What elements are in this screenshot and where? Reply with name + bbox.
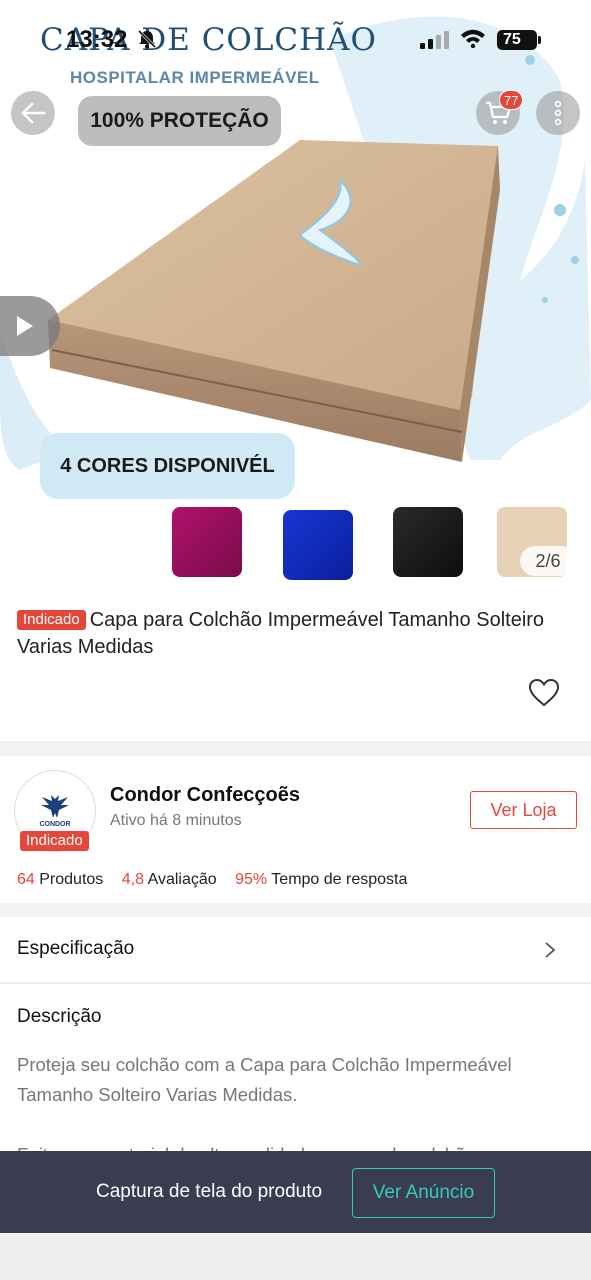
description-label: Descrição — [17, 1006, 102, 1027]
bottom-area — [0, 1233, 591, 1280]
play-video-button[interactable] — [0, 296, 60, 356]
store-logo-text: CONDOR — [39, 820, 71, 828]
description-text: Proteja seu colchão com a Capa para Colc… — [17, 1054, 512, 1105]
color-swatch-magenta — [172, 507, 242, 577]
store-active-status: Ativo há 8 minutos — [110, 812, 242, 829]
specification-row[interactable]: Especificação — [0, 917, 591, 982]
chevron-right-icon — [545, 942, 556, 958]
rating-value: 4,8 — [121, 871, 144, 888]
visit-store-button[interactable]: Ver Loja — [470, 791, 577, 829]
more-options-button[interactable] — [536, 91, 580, 135]
color-swatch-black — [393, 507, 463, 577]
store-name[interactable]: Condor Confecçoẽs — [110, 784, 300, 807]
color-swatch-blue — [283, 510, 353, 580]
product-image-carousel[interactable]: CAPA DE COLCHÃO HOSPITALAR IMPERMEÁVEL 1… — [0, 0, 591, 596]
store-recommended-tag: Indicado — [20, 831, 89, 851]
product-title-text: Capa para Colchão Impermeável Tamanho So… — [17, 609, 545, 658]
products-label: Produtos — [39, 871, 104, 888]
back-button[interactable] — [11, 91, 55, 135]
store-section: CONDOR Indicado Condor Confecçoẽs Ativo … — [0, 756, 591, 903]
more-vertical-icon — [554, 100, 562, 126]
heart-icon[interactable] — [528, 678, 560, 708]
product-title: Indicado Capa para Colchão Impermeável Ta… — [17, 607, 557, 661]
product-title-section: Indicado Capa para Colchão Impermeável Ta… — [0, 596, 591, 741]
response-rate: 95% — [235, 871, 268, 888]
products-count: 64 — [17, 871, 35, 888]
store-stats: 64 Produtos 4,8 Avaliação 95% Tempo de r… — [17, 871, 421, 889]
view-ad-button[interactable]: Ver Anúncio — [352, 1168, 495, 1218]
rating-label: Avaliação — [147, 871, 217, 888]
eagle-logo-icon — [41, 794, 69, 818]
hero-subtitle: HOSPITALAR IMPERMEÁVEL — [70, 68, 320, 87]
cart-count-badge: 77 — [499, 90, 524, 110]
image-page-indicator: 2/6 — [520, 546, 576, 576]
screenshot-banner-label: Captura de tela do produto — [96, 1181, 323, 1202]
protection-badge: 100% PROTEÇÃO — [78, 96, 281, 146]
wifi-icon — [461, 29, 485, 48]
signal-icon — [420, 31, 449, 49]
response-label: Tempo de resposta — [271, 871, 408, 888]
recommended-tag: Indicado — [17, 610, 86, 630]
battery-indicator: 75 — [497, 30, 541, 50]
arrow-left-icon — [21, 102, 46, 124]
status-time: 13:32 — [66, 26, 128, 53]
silent-bell-icon — [137, 29, 157, 49]
colors-available-badge: 4 CORES DISPONIVÉL — [40, 433, 295, 499]
specification-label: Especificação — [17, 938, 135, 959]
screenshot-banner: Captura de tela do produto Ver Anúncio — [0, 1151, 591, 1233]
